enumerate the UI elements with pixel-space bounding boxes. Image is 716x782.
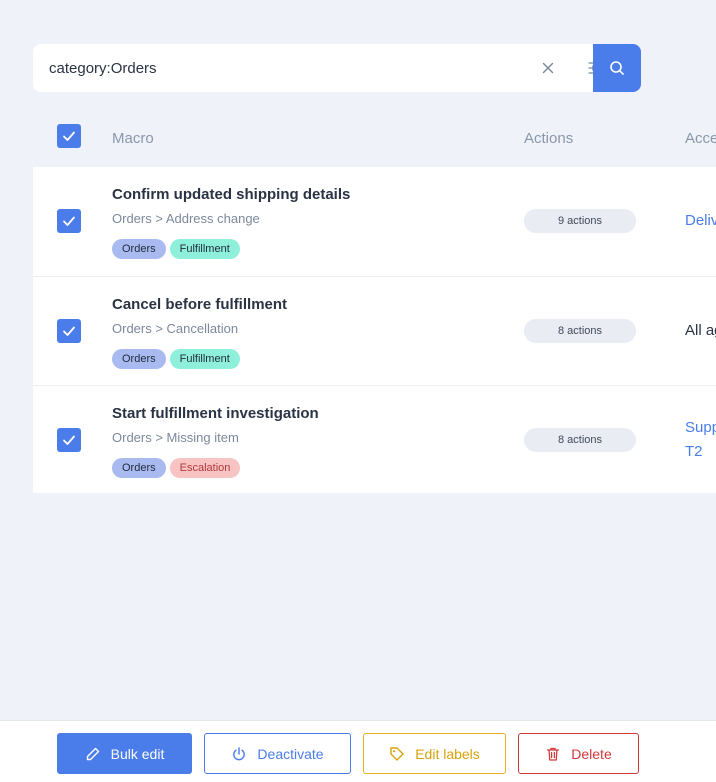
tag-fulfillment: Fulfillment (169, 349, 240, 369)
column-header-access[interactable]: Acce (685, 130, 716, 147)
bulk-action-bar: Bulk edit Deactivate Edit labels Delete (0, 720, 716, 782)
check-icon (63, 435, 75, 445)
bulk-edit-button[interactable]: Bulk edit (57, 733, 192, 774)
row-checkbox[interactable] (57, 428, 81, 452)
actions-count: 8 actions (524, 428, 636, 452)
close-icon[interactable] (538, 58, 558, 78)
table-row[interactable]: Start fulfillment investigation Orders >… (33, 385, 716, 494)
column-header-macro[interactable]: Macro (112, 130, 154, 147)
macro-name[interactable]: Confirm updated shipping details (112, 186, 350, 203)
tag-list: Orders Fulfillment (112, 349, 240, 369)
macro-path: Orders > Cancellation (112, 321, 239, 336)
table-row[interactable]: Confirm updated shipping details Orders … (33, 167, 716, 276)
check-icon (63, 131, 75, 141)
tag-escalation: Escalation (169, 458, 241, 478)
search-input[interactable] (33, 44, 523, 92)
delete-label: Delete (571, 745, 612, 762)
actions-count: 8 actions (524, 319, 636, 343)
tag-fulfillment: Fulfillment (169, 239, 240, 259)
power-icon (231, 746, 247, 762)
select-all-checkbox[interactable] (57, 124, 81, 148)
actions-count: 9 actions (524, 209, 636, 233)
deactivate-label: Deactivate (257, 745, 324, 762)
tag-icon (389, 746, 405, 762)
access-text: All ag (685, 322, 716, 339)
tag-orders: Orders (112, 458, 166, 478)
table-header: Macro Actions Acce (33, 112, 716, 167)
bulk-edit-label: Bulk edit (110, 745, 165, 762)
macros-page: Macro Actions Acce Confirm updated shipp… (0, 0, 716, 782)
tag-orders: Orders (112, 349, 166, 369)
macro-table: Confirm updated shipping details Orders … (33, 167, 716, 493)
tag-list: Orders Escalation (112, 458, 241, 478)
access-link[interactable]: T2 (685, 440, 703, 464)
access-link[interactable]: Supp (685, 416, 716, 440)
macro-name[interactable]: Start fulfillment investigation (112, 405, 319, 422)
column-header-actions[interactable]: Actions (524, 130, 573, 147)
search-icon (608, 59, 626, 77)
macro-name[interactable]: Cancel before fulfillment (112, 296, 287, 313)
check-icon (63, 326, 75, 336)
edit-labels-button[interactable]: Edit labels (363, 733, 506, 774)
edit-labels-label: Edit labels (415, 745, 480, 762)
row-checkbox[interactable] (57, 209, 81, 233)
search-bar (33, 44, 641, 92)
tag-orders: Orders (112, 239, 166, 259)
access-link[interactable]: Deliv (685, 209, 716, 233)
delete-button[interactable]: Delete (518, 733, 639, 774)
pencil-icon (85, 746, 101, 762)
deactivate-button[interactable]: Deactivate (204, 733, 351, 774)
macro-path: Orders > Address change (112, 211, 260, 226)
trash-icon (545, 746, 561, 762)
tag-list: Orders Fulfillment (112, 239, 240, 259)
search-submit-button[interactable] (593, 44, 641, 92)
check-icon (63, 216, 75, 226)
row-checkbox[interactable] (57, 319, 81, 343)
macro-path: Orders > Missing item (112, 430, 239, 445)
table-row[interactable]: Cancel before fulfillment Orders > Cance… (33, 276, 716, 385)
